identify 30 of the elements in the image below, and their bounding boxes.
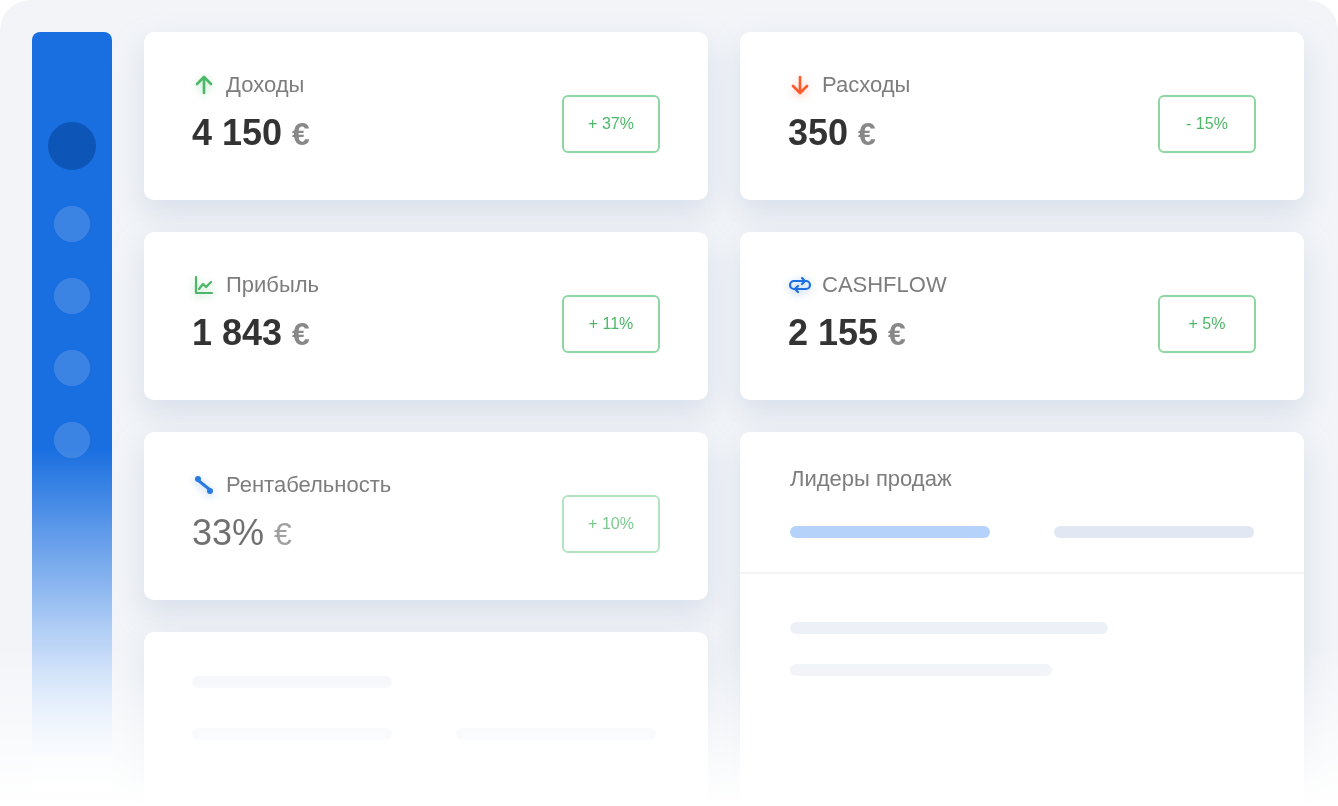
sidebar-item[interactable]	[54, 206, 90, 242]
metric-value: 2 155	[788, 312, 879, 354]
currency-sign: €	[292, 316, 310, 353]
sidebar-item[interactable]	[54, 278, 90, 314]
change-badge: + 11%	[562, 295, 660, 353]
metric-label: Расходы	[822, 72, 911, 98]
line-chart-icon	[192, 273, 216, 297]
sidebar-item[interactable]	[54, 422, 90, 458]
sidebar-item[interactable]	[48, 122, 96, 170]
tab-placeholder[interactable]	[1054, 526, 1254, 538]
card-title: Лидеры продаж	[790, 466, 953, 492]
metric-value: 1 843	[192, 312, 283, 354]
change-badge: + 10%	[562, 495, 660, 553]
change-badge: + 37%	[562, 95, 660, 153]
currency-sign: €	[858, 116, 876, 153]
metric-label: Доходы	[226, 72, 305, 98]
metric-label: Рентабельность	[226, 472, 392, 498]
percent-icon	[192, 473, 216, 497]
change-badge: - 15%	[1158, 95, 1256, 153]
tab-placeholder[interactable]	[790, 526, 990, 538]
metric-value: 350	[788, 112, 849, 154]
sidebar-item[interactable]	[54, 350, 90, 386]
metric-label: CASHFLOW	[822, 272, 947, 298]
currency-sign: €	[292, 116, 310, 153]
currency-sign: €	[888, 316, 906, 353]
metric-value: 4 150	[192, 112, 283, 154]
currency-sign: €	[274, 516, 292, 553]
metric-value: 33%	[192, 512, 265, 554]
change-badge: + 5%	[1158, 295, 1256, 353]
metric-label: Прибыль	[226, 272, 320, 298]
